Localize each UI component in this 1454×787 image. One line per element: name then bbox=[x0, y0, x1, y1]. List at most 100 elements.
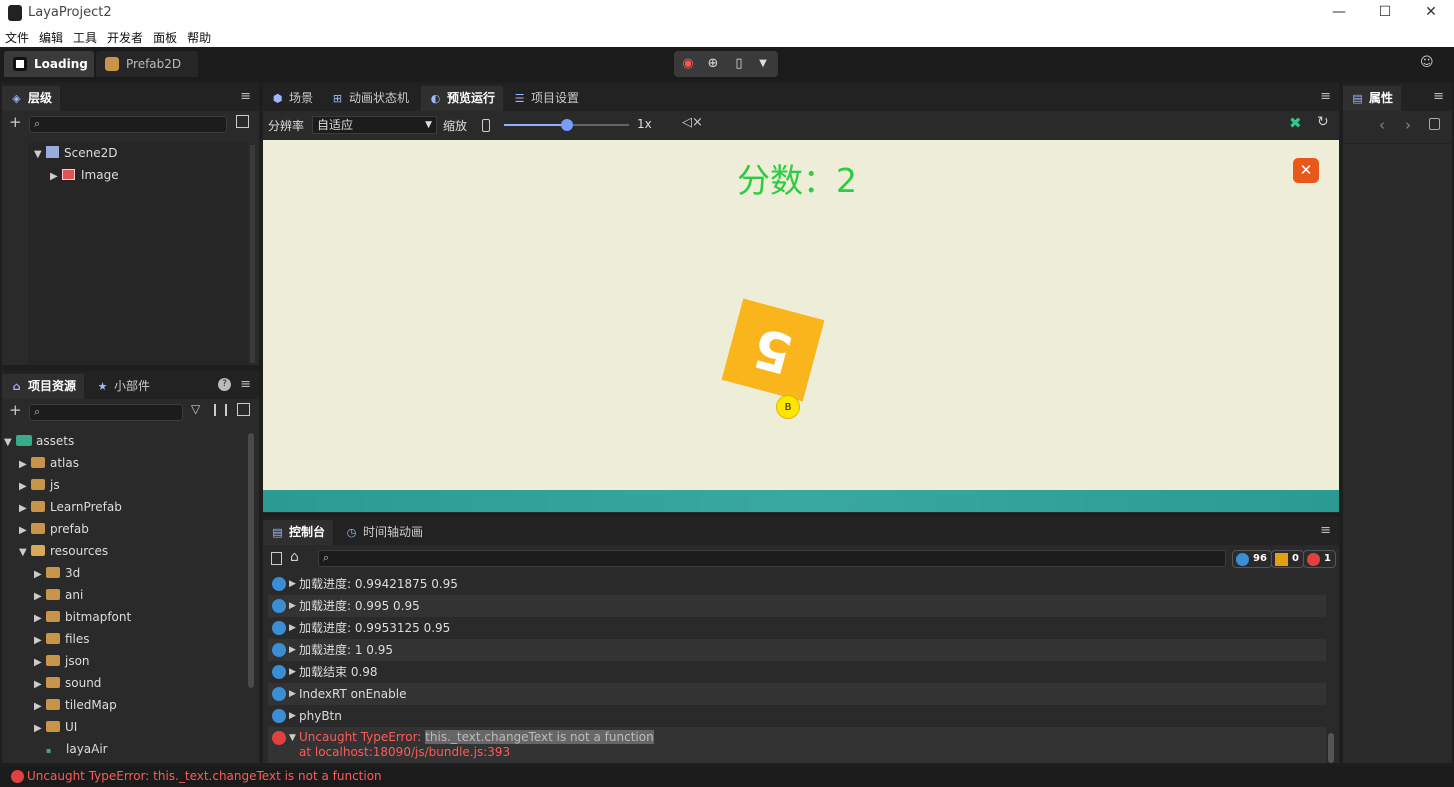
tree-item-scene2d[interactable]: ▼ Scene2D bbox=[34, 142, 117, 164]
log-row[interactable]: ▶ 加载进度: 0.995 0.95 bbox=[268, 595, 1326, 617]
assets-search-input[interactable]: ⌕ bbox=[29, 404, 183, 421]
menu-panels[interactable]: 面板 bbox=[148, 26, 182, 46]
tree-item-image[interactable]: ▶ Image bbox=[50, 164, 119, 186]
close-window-button[interactable]: ✕ bbox=[1408, 0, 1454, 26]
menu-tools[interactable]: 工具 bbox=[68, 26, 102, 46]
add-asset-icon[interactable]: + bbox=[9, 401, 22, 419]
tree-item-assets[interactable]: ▼ assets bbox=[4, 430, 74, 452]
copy-icon[interactable] bbox=[237, 403, 250, 416]
file-icon: ▪ bbox=[46, 746, 52, 755]
filter-icon[interactable]: ▽ bbox=[191, 402, 200, 416]
forward-icon[interactable]: › bbox=[1405, 116, 1411, 134]
properties-icon: ▤ bbox=[1352, 92, 1363, 105]
game-canvas[interactable]: 分数：2 ✕ 5 B bbox=[263, 140, 1339, 513]
menu-developer[interactable]: 开发者 bbox=[102, 26, 148, 46]
panel-menu-icon[interactable]: ≡ bbox=[1320, 89, 1331, 104]
tab-label: 动画状态机 bbox=[349, 91, 410, 105]
tab-widgets[interactable]: ★ 小部件 bbox=[88, 374, 158, 399]
mute-icon[interactable]: ◁× bbox=[682, 115, 703, 130]
console-search-input[interactable]: ⌕ bbox=[318, 550, 1226, 567]
error-count-badge[interactable]: 1 bbox=[1303, 550, 1336, 568]
log-row[interactable]: ▶ 加载进度: 0.99421875 0.95 bbox=[268, 573, 1326, 595]
minimize-button[interactable]: — bbox=[1316, 0, 1362, 26]
zoom-slider-thumb[interactable] bbox=[560, 119, 573, 131]
columns-icon[interactable] bbox=[214, 404, 227, 416]
tab-properties[interactable]: ▤ 属性 bbox=[1343, 86, 1402, 111]
tab-project-settings[interactable]: ☰ 项目设置 bbox=[505, 86, 587, 111]
mobile-icon[interactable]: ▯ bbox=[730, 55, 748, 73]
tree-item-tiledmap[interactable]: ▶ tiledMap bbox=[34, 694, 117, 716]
log-row[interactable]: ▶ 加载进度: 1 0.95 bbox=[268, 639, 1326, 661]
game-close-button[interactable]: ✕ bbox=[1293, 158, 1319, 183]
warning-count-badge[interactable]: 0 bbox=[1271, 550, 1304, 568]
tree-item-bitmapfont[interactable]: ▶ bitmapfont bbox=[34, 606, 131, 628]
tab-console[interactable]: ▤ 控制台 bbox=[263, 520, 334, 545]
tree-item-files[interactable]: ▶ files bbox=[34, 628, 90, 650]
tab-animator[interactable]: ⊞ 动画状态机 bbox=[323, 86, 417, 111]
hierarchy-search-input[interactable]: ⌕ bbox=[29, 116, 227, 133]
info-count-badge[interactable]: 96 bbox=[1232, 550, 1272, 568]
log-row[interactable]: ▶ phyBtn bbox=[268, 705, 1326, 727]
refresh-icon[interactable]: ↻ bbox=[1317, 114, 1329, 130]
doc-tab-prefab2d[interactable]: Prefab2D bbox=[96, 51, 198, 77]
copy-log-icon[interactable] bbox=[271, 552, 282, 565]
tree-item-resources[interactable]: ▼ resources bbox=[19, 540, 108, 562]
tree-item-js[interactable]: ▶ js bbox=[19, 474, 60, 496]
ground-bar bbox=[263, 490, 1339, 512]
log-info-icon bbox=[272, 643, 286, 657]
tree-item-prefab[interactable]: ▶ prefab bbox=[19, 518, 89, 540]
tab-preview-run[interactable]: ◐ 预览运行 bbox=[421, 86, 504, 111]
help-icon[interactable]: ? bbox=[218, 378, 231, 391]
tree-item-learnprefab[interactable]: ▶ LearnPrefab bbox=[19, 496, 122, 518]
tree-item-layaair[interactable]: ▪ layaAir bbox=[46, 738, 108, 760]
chevron-down-icon[interactable]: ▼ bbox=[754, 55, 772, 73]
tree-item-ani[interactable]: ▶ ani bbox=[34, 584, 83, 606]
add-node-icon[interactable]: + bbox=[9, 113, 22, 131]
globe-icon[interactable]: ⊕ bbox=[704, 55, 722, 73]
zoom-label: 缩放 bbox=[443, 119, 468, 133]
copy-icon[interactable] bbox=[236, 115, 249, 128]
back-icon[interactable]: ‹ bbox=[1379, 116, 1385, 134]
tree-item-json[interactable]: ▶ json bbox=[34, 650, 90, 672]
scrollbar[interactable] bbox=[250, 145, 255, 363]
maximize-button[interactable]: ☐ bbox=[1362, 0, 1408, 26]
log-row[interactable]: ▶ 加载结束 0.98 bbox=[268, 661, 1326, 683]
log-text: 加载进度: 0.99421875 0.95 bbox=[299, 577, 458, 591]
tools-icon[interactable]: ✖ bbox=[1289, 114, 1302, 132]
menu-file[interactable]: 文件 bbox=[0, 26, 34, 46]
zoom-slider[interactable] bbox=[504, 119, 629, 131]
tab-timeline[interactable]: ◷ 时间轴动画 bbox=[337, 520, 431, 545]
tab-hierarchy[interactable]: ◈ 层级 bbox=[2, 86, 61, 111]
tree-item-sound[interactable]: ▶ sound bbox=[34, 672, 101, 694]
menu-edit[interactable]: 编辑 bbox=[34, 26, 68, 46]
status-error-text[interactable]: Uncaught TypeError: this._text.changeTex… bbox=[27, 769, 382, 783]
log-text: phyBtn bbox=[299, 709, 342, 723]
panel-menu-icon[interactable]: ≡ bbox=[1433, 89, 1444, 104]
tab-scene[interactable]: ⬢ 场景 bbox=[263, 86, 321, 111]
menu-help[interactable]: 帮助 bbox=[182, 26, 216, 46]
zoom-value: 1x bbox=[637, 117, 652, 131]
log-row[interactable]: ▶ 加载进度: 0.9953125 0.95 bbox=[268, 617, 1326, 639]
tree-item-atlas[interactable]: ▶ atlas bbox=[19, 452, 79, 474]
panel-menu-icon[interactable]: ≡ bbox=[240, 377, 251, 392]
tree-item-3d[interactable]: ▶ 3d bbox=[34, 562, 80, 584]
tree-label: json bbox=[65, 654, 90, 668]
panel-menu-icon[interactable]: ≡ bbox=[240, 89, 251, 104]
user-icon[interactable]: ☺ bbox=[1420, 55, 1436, 71]
folder-icon bbox=[46, 699, 60, 710]
folder-icon bbox=[46, 655, 60, 666]
tree-item-ui[interactable]: ▶ UI bbox=[34, 716, 77, 738]
tab-project-assets[interactable]: ⌂ 项目资源 bbox=[2, 374, 85, 399]
log-row-error[interactable]: ▼ Uncaught TypeError: this._text.changeT… bbox=[268, 727, 1326, 763]
record-stop-icon[interactable]: ◉ bbox=[679, 55, 697, 73]
mobile-icon[interactable] bbox=[482, 119, 490, 132]
resolution-select[interactable]: 自适应 ▼ bbox=[312, 116, 437, 134]
lock-icon[interactable] bbox=[1429, 118, 1440, 130]
log-row[interactable]: ▶ IndexRT onEnable bbox=[268, 683, 1326, 705]
clear-log-icon[interactable]: ⌂ bbox=[290, 549, 299, 565]
panel-menu-icon[interactable]: ≡ bbox=[1320, 523, 1331, 538]
scrollbar[interactable] bbox=[248, 433, 254, 688]
doc-tab-loading[interactable]: Loading bbox=[4, 51, 94, 77]
scrollbar[interactable] bbox=[1328, 733, 1334, 763]
error-location-link[interactable]: at localhost:18090/js/bundle.js:393 bbox=[299, 745, 510, 759]
